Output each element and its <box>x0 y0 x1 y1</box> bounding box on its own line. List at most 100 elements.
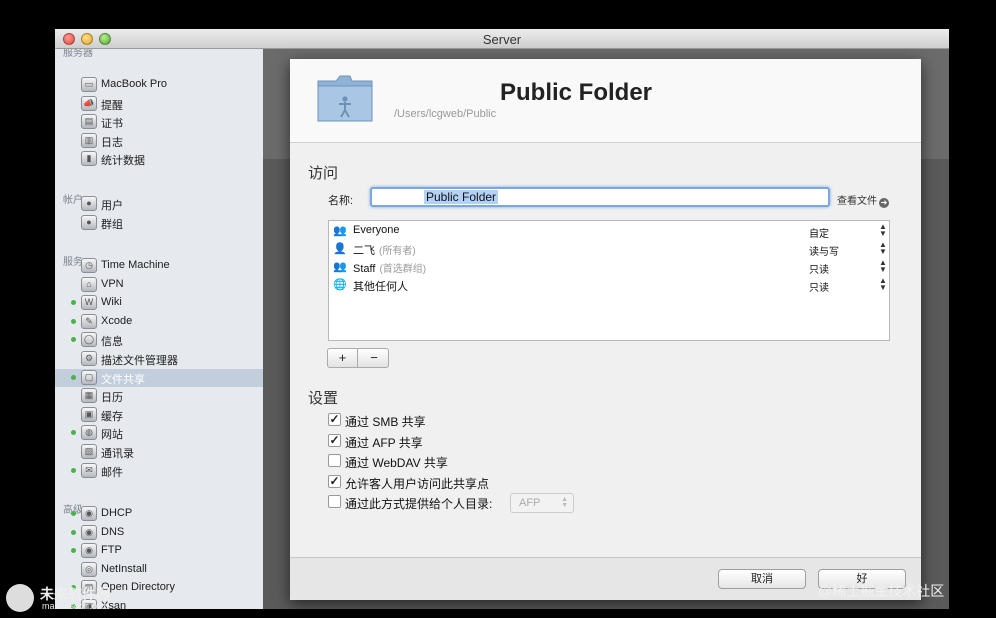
sidebar-item-time-machine[interactable]: ◷ Time Machine <box>55 257 263 275</box>
xcode-icon: ✎ <box>81 313 97 329</box>
sheet-header: Public Folder /Users/lcgweb/Public <box>290 59 921 143</box>
share-name-value: Public Folder <box>424 190 499 204</box>
caching-icon: ▣ <box>81 406 97 422</box>
permission-row[interactable]: 🌐 其他任何人 只读 ▲ ▼ <box>329 276 889 295</box>
sidebar-item-label: 信息 <box>101 336 123 349</box>
sidebar-item-messages[interactable]: ◯ 信息 <box>55 331 263 349</box>
permission-name: 其他任何人 <box>353 281 408 293</box>
sidebar-item-stats[interactable]: ▮ 统计数据 <box>55 150 263 168</box>
permission-row[interactable]: 👤 二飞 (所有者) 读与写 ▲ ▼ <box>329 240 889 259</box>
share-title: Public Folder <box>500 79 653 106</box>
sidebar-item-xcode[interactable]: ✎ Xcode <box>55 313 263 331</box>
sidebar-item-label: 通讯录 <box>101 448 134 460</box>
sidebar-item-label: 描述文件管理器 <box>101 355 178 367</box>
checkbox-label: 通过 WebDAV 共享 <box>345 456 448 470</box>
service-running-indicator <box>71 430 76 436</box>
sidebar-item-vpn[interactable]: ⌂ VPN <box>55 276 263 294</box>
up-down-arrows-icon: ▲ ▼ <box>561 496 568 509</box>
up-down-arrows-icon[interactable]: ▲ ▼ <box>879 259 887 274</box>
up-down-arrows-icon[interactable]: ▲ ▼ <box>879 241 887 256</box>
file-sharing-icon: ▢ <box>81 369 97 385</box>
sidebar-item-label: NetInstall <box>101 562 147 575</box>
settings-heading: 设置 <box>308 390 339 407</box>
sidebar-item-netinstall[interactable]: ◎ NetInstall <box>55 561 263 579</box>
profile-manager-icon: ⚙ <box>81 351 97 366</box>
sidebar-item-caching[interactable]: ▣ 缓存 <box>55 406 263 424</box>
sidebar-item-log[interactable]: ▥ 日志 <box>55 132 263 150</box>
checkbox[interactable] <box>328 495 341 508</box>
sidebar-item-label: 邮件 <box>101 466 123 479</box>
sidebar-item-label: FTP <box>101 544 122 557</box>
checkbox[interactable] <box>328 454 341 467</box>
permission-level[interactable]: 只读 <box>809 261 829 276</box>
checkbox[interactable]: ✓ <box>328 474 341 488</box>
watermark-url: mac.orsoon.com <box>42 601 109 611</box>
time-machine-icon: ◷ <box>81 258 97 273</box>
sidebar-item-file-sharing[interactable]: ▢ 文件共享 <box>55 368 263 387</box>
remove-permission-button[interactable]: − <box>359 349 389 367</box>
access-heading: 访问 <box>308 165 339 182</box>
sidebar-item-dhcp[interactable]: ◉ DHCP <box>55 505 263 523</box>
group-icon: 👥 <box>333 225 347 237</box>
view-files-label: 查看文件 <box>837 196 877 207</box>
sidebar-item-group[interactable]: ● 群组 <box>55 214 263 232</box>
sidebar-item-certificate[interactable]: ▤ 证书 <box>55 113 263 131</box>
sidebar-item-label: DNS <box>101 525 125 538</box>
sidebar-item-label: Wiki <box>101 296 122 309</box>
sidebar-item-ftp[interactable]: ◉ FTP <box>55 542 263 560</box>
up-down-arrows-icon[interactable]: ▲ ▼ <box>879 277 887 292</box>
sidebar-item-websites[interactable]: ◍ 网站 <box>55 424 263 442</box>
share-settings-sheet: Public Folder /Users/lcgweb/Public 访问 名称… <box>290 59 921 600</box>
service-running-indicator <box>71 300 76 306</box>
sidebar-item-user[interactable]: ● 用户 <box>55 195 263 213</box>
service-running-indicator <box>71 337 76 343</box>
sidebar: 服务器 ▭ MacBook Pro 📣 提醒 ▤ 证书 ▥ 日志 ▮ 统计数据 帐户 ● 用户 ● 群组 服务 ◷… <box>55 49 263 609</box>
service-running-indicator <box>71 318 76 324</box>
sidebar-item-label: 网站 <box>101 429 123 442</box>
sidebar-item-calendar[interactable]: ▦ 日历 <box>55 387 263 405</box>
websites-icon: ◍ <box>81 425 97 441</box>
dhcp-icon: ◉ <box>81 506 97 521</box>
permission-level[interactable]: 读与写 <box>809 243 839 258</box>
up-down-arrows-icon[interactable]: ▲ ▼ <box>879 223 887 238</box>
home-protocol-select[interactable]: AFP ▲ ▼ <box>510 493 574 513</box>
certificate-icon: ▤ <box>81 114 97 130</box>
permission-row[interactable]: 👥 Staff (首选群组) 只读 ▲ ▼ <box>329 258 889 277</box>
share-name-field[interactable]: Public Folder <box>370 187 830 207</box>
add-permission-button[interactable]: + <box>328 349 358 367</box>
sidebar-item-wiki[interactable]: W Wiki <box>55 294 263 312</box>
user-icon: ● <box>81 196 97 211</box>
sidebar-item-contacts[interactable]: ▧ 通讯录 <box>55 443 263 461</box>
netinstall-icon: ◎ <box>81 561 97 577</box>
sidebar-item-laptop[interactable]: ▭ MacBook Pro <box>55 76 263 94</box>
sidebar-item-mail[interactable]: ✉ 邮件 <box>55 462 263 480</box>
permission-level[interactable]: 自定 <box>809 225 829 240</box>
cancel-button[interactable]: 取消 <box>718 569 806 589</box>
view-files-link[interactable]: 查看文件 ➜ <box>837 192 889 208</box>
checkbox-label: 允许客人用户访问此共享点 <box>345 476 490 491</box>
sidebar-item-label: 缓存 <box>101 410 123 423</box>
sidebar-item-profile-manager[interactable]: ⚙ 描述文件管理器 <box>55 350 263 368</box>
permissions-table[interactable]: 👥 Everyone 自定 ▲ ▼ 👤 二飞 (所有者) 读与写 ▲ ▼ 👥 Staff (首选群组) 只读… <box>328 220 890 341</box>
sidebar-item-label: 文件共享 <box>101 373 145 386</box>
sidebar-item-label: DHCP <box>101 507 133 519</box>
checkbox-label: 通过 SMB 共享 <box>345 415 426 429</box>
permission-name: 二飞 (所有者) <box>353 245 416 257</box>
permission-row[interactable]: 👥 Everyone 自定 ▲ ▼ <box>329 222 889 241</box>
calendar-icon: ▦ <box>81 388 97 404</box>
sidebar-item-megaphone[interactable]: 📣 提醒 <box>55 95 263 113</box>
service-running-indicator <box>71 548 76 554</box>
contacts-icon: ▧ <box>81 444 97 459</box>
sidebar-item-label: 用户 <box>101 200 123 212</box>
sidebar-section-heading: 服务器 <box>63 49 93 59</box>
watermark-logo-icon <box>6 584 34 612</box>
sidebar-item-dns[interactable]: ◉ DNS <box>55 524 263 542</box>
titlebar[interactable]: Server <box>55 29 949 49</box>
megaphone-icon: 📣 <box>81 95 97 111</box>
permission-level[interactable]: 只读 <box>809 279 829 294</box>
watermark-left: 未来软件园 mac.orsoon.com <box>6 584 136 614</box>
ftp-icon: ◉ <box>81 543 97 559</box>
checkbox[interactable]: ✓ <box>328 433 341 447</box>
checkbox[interactable]: ✓ <box>328 413 341 426</box>
wiki-icon: W <box>81 295 97 311</box>
